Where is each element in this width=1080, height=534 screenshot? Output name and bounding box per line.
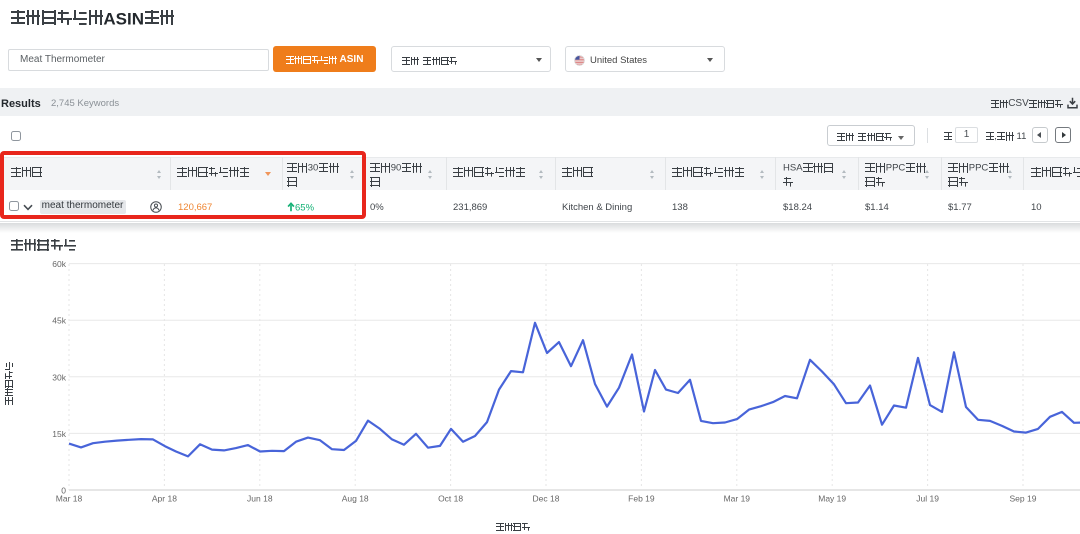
svg-text:Sep 19: Sep 19 (1010, 494, 1037, 504)
svg-text:Jun 18: Jun 18 (247, 494, 273, 504)
svg-text:Jul 19: Jul 19 (916, 494, 939, 504)
svg-text:May 19: May 19 (818, 494, 846, 504)
svg-text:60k: 60k (52, 259, 66, 269)
svg-text:45k: 45k (52, 316, 66, 326)
svg-text:30k: 30k (52, 372, 66, 382)
svg-text:Apr 18: Apr 18 (152, 494, 177, 504)
svg-text:Mar 18: Mar 18 (56, 494, 83, 504)
svg-text:Oct 18: Oct 18 (438, 494, 463, 504)
svg-text:Aug 18: Aug 18 (342, 494, 369, 504)
svg-text:Dec 18: Dec 18 (533, 494, 560, 504)
svg-text:Mar 19: Mar 19 (724, 494, 751, 504)
svg-text:Feb 19: Feb 19 (628, 494, 655, 504)
svg-text:15k: 15k (52, 429, 66, 439)
